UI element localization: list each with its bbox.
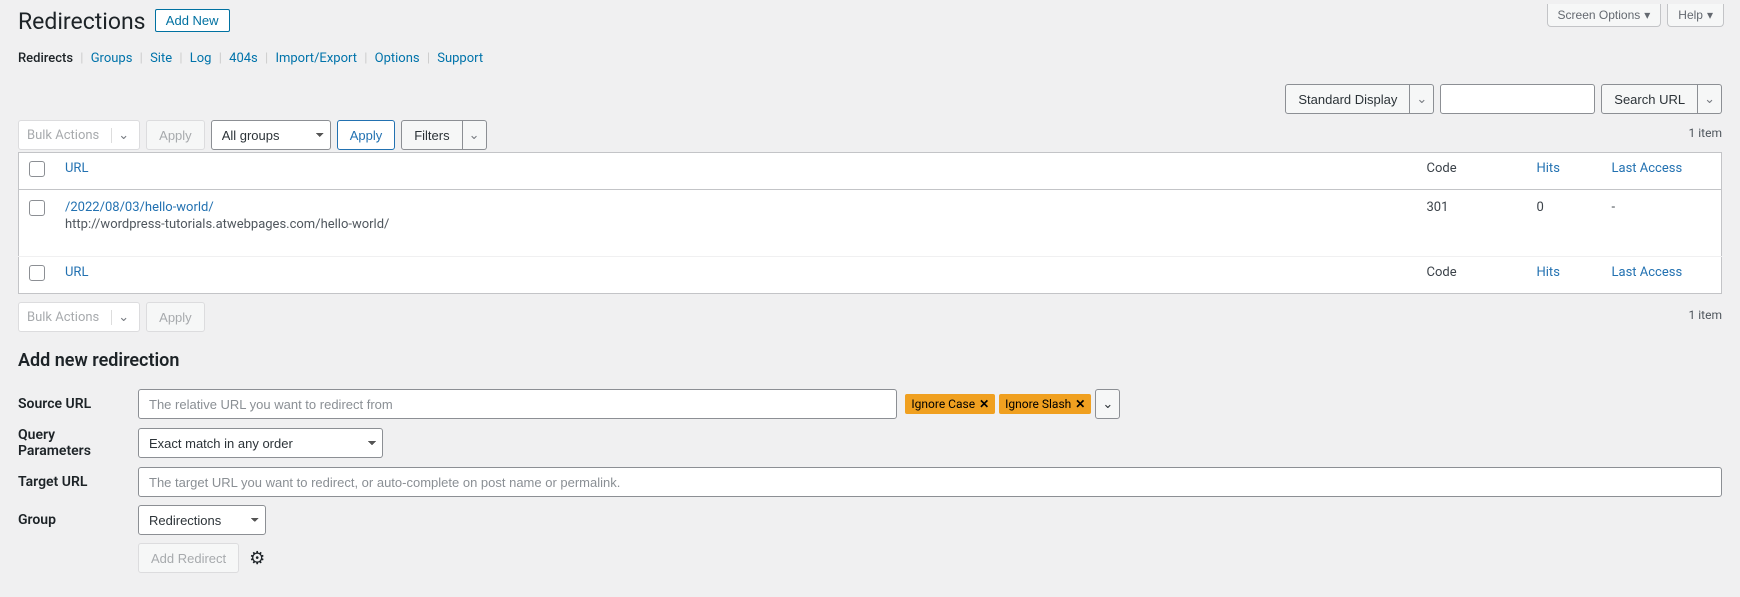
subnav-support[interactable]: Support: [437, 51, 483, 66]
row-checkbox[interactable]: [29, 200, 45, 216]
item-count-bottom: 1 item: [1689, 308, 1722, 322]
source-url-input[interactable]: [138, 389, 897, 419]
col-hits[interactable]: Hits: [1537, 161, 1560, 176]
add-redirect-button[interactable]: Add Redirect: [138, 543, 239, 573]
bulk-actions-select-bottom[interactable]: Bulk Actions ⌄: [18, 302, 140, 332]
display-mode-button[interactable]: Standard Display: [1285, 84, 1410, 114]
bulk-actions-label: Bulk Actions: [27, 128, 99, 143]
group-label: Group: [18, 501, 138, 539]
col-last-bottom[interactable]: Last Access: [1612, 265, 1683, 280]
row-hits: 0: [1527, 190, 1602, 257]
add-new-button[interactable]: Add New: [155, 9, 230, 32]
subnav-import-export[interactable]: Import/Export: [275, 51, 357, 66]
screen-options-button[interactable]: Screen Options ▾: [1547, 4, 1662, 27]
help-button[interactable]: Help ▾: [1667, 4, 1724, 27]
subnav-options[interactable]: Options: [375, 51, 420, 66]
table-row: /2022/08/03/hello-world/ http://wordpres…: [19, 190, 1722, 257]
close-icon: ✕: [979, 397, 989, 411]
redirects-table: URL Code Hits Last Access /2022/08/03/he…: [18, 152, 1722, 294]
row-last: -: [1602, 190, 1722, 257]
col-code-bottom: Code: [1417, 257, 1527, 294]
page-title: Redirections: [18, 8, 146, 35]
query-params-select[interactable]: Exact match in any order: [138, 428, 383, 458]
col-code: Code: [1417, 153, 1527, 190]
subnav-site[interactable]: Site: [150, 51, 172, 66]
source-url-label: Source URL: [18, 385, 138, 423]
chevron-down-icon: ▾: [1644, 8, 1650, 22]
col-last[interactable]: Last Access: [1612, 161, 1683, 176]
subnav-groups[interactable]: Groups: [91, 51, 133, 66]
screen-options-label: Screen Options: [1558, 8, 1641, 22]
ignore-slash-flag[interactable]: Ignore Slash ✕: [999, 394, 1091, 414]
subnav-current: Redirects: [18, 51, 73, 66]
apply-filter-button[interactable]: Apply: [337, 120, 396, 150]
chevron-down-icon: ⌄: [469, 127, 480, 142]
chevron-down-icon: ⌄: [1102, 396, 1113, 411]
search-input[interactable]: [1440, 84, 1595, 114]
display-mode-chevron[interactable]: ⌄: [1410, 84, 1434, 114]
groups-filter-select[interactable]: All groups: [211, 120, 331, 150]
source-flags-chevron[interactable]: ⌄: [1095, 389, 1120, 419]
chevron-down-icon: ⌄: [111, 128, 135, 143]
filters-chevron[interactable]: ⌄: [463, 120, 487, 150]
chevron-down-icon: ⌄: [111, 310, 135, 325]
row-target-url: http://wordpress-tutorials.atwebpages.co…: [65, 217, 1407, 232]
subnav: Redirects | Groups | Site | Log | 404s |…: [18, 51, 1722, 66]
target-url-label: Target URL: [18, 463, 138, 501]
help-label: Help: [1678, 8, 1703, 22]
chevron-down-icon: ⌄: [1704, 91, 1715, 106]
form-heading: Add new redirection: [18, 350, 1722, 371]
gear-icon[interactable]: ⚙: [249, 548, 265, 569]
col-hits-bottom[interactable]: Hits: [1537, 265, 1560, 280]
close-icon: ✕: [1075, 397, 1085, 411]
bulk-actions-select[interactable]: Bulk Actions ⌄: [18, 120, 140, 150]
bulk-actions-label-bottom: Bulk Actions: [27, 310, 99, 325]
filters-button[interactable]: Filters: [401, 120, 462, 150]
apply-bulk-button-bottom[interactable]: Apply: [146, 302, 205, 332]
col-url-bottom[interactable]: URL: [65, 265, 88, 280]
col-url[interactable]: URL: [65, 161, 88, 176]
chevron-down-icon: ▾: [1707, 8, 1713, 22]
search-url-button[interactable]: Search URL: [1601, 84, 1698, 114]
item-count-top: 1 item: [1689, 126, 1722, 140]
ignore-case-flag[interactable]: Ignore Case ✕: [905, 394, 995, 414]
subnav-log[interactable]: Log: [190, 51, 212, 66]
target-url-input[interactable]: [138, 467, 1722, 497]
apply-bulk-button[interactable]: Apply: [146, 120, 205, 150]
row-source-url[interactable]: /2022/08/03/hello-world/: [65, 200, 214, 215]
chevron-down-icon: ⌄: [1416, 91, 1427, 106]
select-all-checkbox-bottom[interactable]: [29, 265, 45, 281]
group-select[interactable]: Redirections: [138, 505, 266, 535]
search-url-chevron[interactable]: ⌄: [1698, 84, 1722, 114]
subnav-404s[interactable]: 404s: [229, 51, 258, 66]
row-code: 301: [1417, 190, 1527, 257]
query-params-label: Query Parameters: [18, 423, 138, 463]
select-all-checkbox[interactable]: [29, 161, 45, 177]
